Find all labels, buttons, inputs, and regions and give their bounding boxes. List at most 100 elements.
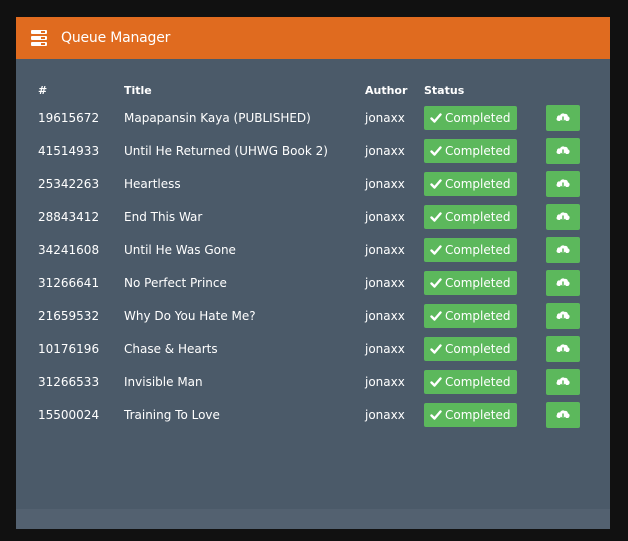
status-text: Completed (445, 110, 511, 125)
queue-table: # Title Author Status 19615672 Mapapansi… (16, 79, 610, 431)
status-badge: Completed (424, 303, 517, 328)
check-icon (430, 343, 442, 355)
column-header-status: Status (424, 83, 465, 97)
column-header-title: Title (124, 83, 152, 97)
cloud-download-icon (555, 243, 571, 257)
status-badge: Completed (424, 204, 517, 229)
status-text: Completed (445, 143, 511, 158)
column-header-author: Author (365, 83, 408, 97)
table-row: 25342263 Heartless jonaxx Completed (16, 167, 610, 200)
download-button[interactable] (546, 269, 580, 296)
story-author: jonaxx (365, 242, 405, 257)
story-id: 19615672 (38, 110, 100, 125)
table-row: 21659532 Why Do You Hate Me? jonaxx Comp… (16, 299, 610, 332)
story-title: Why Do You Hate Me? (124, 308, 256, 323)
cloud-download-icon (555, 408, 571, 422)
status-text: Completed (445, 275, 511, 290)
status-text: Completed (445, 209, 511, 224)
story-title: Until He Was Gone (124, 242, 236, 257)
status-text: Completed (445, 176, 511, 191)
cloud-download-icon (555, 111, 571, 125)
table-row: 10176196 Chase & Hearts jonaxx Completed (16, 332, 610, 365)
download-button[interactable] (546, 302, 580, 329)
status-text: Completed (445, 407, 511, 422)
column-header-id: # (38, 83, 48, 97)
download-button[interactable] (546, 137, 580, 164)
download-button[interactable] (546, 236, 580, 263)
check-icon (430, 310, 442, 322)
story-title: Training To Love (124, 407, 220, 422)
story-title: Heartless (124, 176, 181, 191)
check-icon (430, 145, 442, 157)
story-author: jonaxx (365, 143, 405, 158)
story-author: jonaxx (365, 308, 405, 323)
story-title: No Perfect Prince (124, 275, 227, 290)
cloud-download-icon (555, 144, 571, 158)
story-id: 31266533 (38, 374, 100, 389)
status-badge: Completed (424, 105, 517, 130)
story-author: jonaxx (365, 341, 405, 356)
story-id: 28843412 (38, 209, 100, 224)
story-author: jonaxx (365, 209, 405, 224)
story-id: 41514933 (38, 143, 100, 158)
check-icon (430, 409, 442, 421)
check-icon (430, 376, 442, 388)
story-title: Mapapansin Kaya (PUBLISHED) (124, 110, 311, 125)
download-button[interactable] (546, 104, 580, 131)
table-row: 28843412 End This War jonaxx Completed (16, 200, 610, 233)
column-header-action (546, 79, 610, 101)
status-text: Completed (445, 341, 511, 356)
table-row: 15500024 Training To Love jonaxx Complet… (16, 398, 610, 431)
status-badge: Completed (424, 369, 517, 394)
check-icon (430, 244, 442, 256)
story-author: jonaxx (365, 176, 405, 191)
panel-header: Queue Manager (16, 17, 610, 59)
story-id: 15500024 (38, 407, 100, 422)
status-badge: Completed (424, 402, 517, 427)
story-title: End This War (124, 209, 203, 224)
download-button[interactable] (546, 203, 580, 230)
download-button[interactable] (546, 368, 580, 395)
story-id: 34241608 (38, 242, 100, 257)
check-icon (430, 277, 442, 289)
story-author: jonaxx (365, 374, 405, 389)
panel-footer (16, 509, 610, 529)
cloud-download-icon (555, 177, 571, 191)
download-button[interactable] (546, 170, 580, 197)
table-row: 31266533 Invisible Man jonaxx Completed (16, 365, 610, 398)
status-badge: Completed (424, 270, 517, 295)
story-id: 10176196 (38, 341, 100, 356)
status-badge: Completed (424, 171, 517, 196)
status-badge: Completed (424, 237, 517, 262)
download-button[interactable] (546, 401, 580, 428)
panel-title: Queue Manager (61, 30, 171, 46)
cloud-download-icon (555, 309, 571, 323)
table-row: 34241608 Until He Was Gone jonaxx Comple… (16, 233, 610, 266)
status-text: Completed (445, 374, 511, 389)
cloud-download-icon (555, 276, 571, 290)
story-title: Chase & Hearts (124, 341, 218, 356)
table-row: 19615672 Mapapansin Kaya (PUBLISHED) jon… (16, 101, 610, 134)
story-id: 25342263 (38, 176, 100, 191)
story-id: 31266641 (38, 275, 100, 290)
status-text: Completed (445, 242, 511, 257)
story-author: jonaxx (365, 407, 405, 422)
cloud-download-icon (555, 342, 571, 356)
status-badge: Completed (424, 336, 517, 361)
cloud-download-icon (555, 210, 571, 224)
cloud-download-icon (555, 375, 571, 389)
check-icon (430, 178, 442, 190)
story-id: 21659532 (38, 308, 100, 323)
table-header-row: # Title Author Status (16, 79, 610, 101)
download-button[interactable] (546, 335, 580, 362)
check-icon (430, 211, 442, 223)
status-text: Completed (445, 308, 511, 323)
story-title: Until He Returned (UHWG Book 2) (124, 143, 328, 158)
check-icon (430, 112, 442, 124)
table-row: 31266641 No Perfect Prince jonaxx Comple… (16, 266, 610, 299)
story-author: jonaxx (365, 110, 405, 125)
server-icon (30, 29, 48, 47)
story-title: Invisible Man (124, 374, 203, 389)
story-author: jonaxx (365, 275, 405, 290)
table-row: 41514933 Until He Returned (UHWG Book 2)… (16, 134, 610, 167)
